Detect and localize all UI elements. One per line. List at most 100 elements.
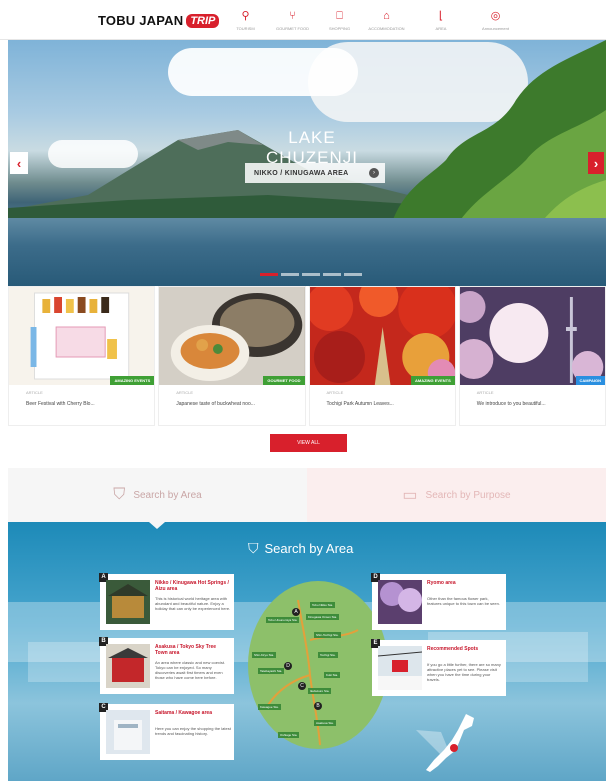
chevron-left-icon: ‹ [16, 155, 22, 171]
person-area-icon: ⛉ [248, 540, 259, 556]
carousel-dot[interactable] [281, 273, 299, 276]
hero-area-label: NIKKO / KINUGAWA AREA [254, 169, 349, 177]
area-card-b[interactable]: B Asakusa / Tokyo Sky Tree Town area An … [99, 637, 234, 694]
nav-label: Announcement [482, 25, 509, 31]
card-category: ARTICLE [176, 390, 194, 395]
area-heading-text: Search by Area [264, 541, 354, 556]
nav-item-tourism[interactable]: ⚲ TOURISM [222, 0, 269, 40]
station-label[interactable]: Shin-Tochigi Sta. [314, 632, 341, 638]
card-description: Japanese taste of buckwheat noo... [176, 401, 255, 407]
temple-gate-photo [106, 644, 150, 688]
area-description: If you go a little further, there are so… [427, 662, 501, 682]
japan-inset-map [416, 714, 474, 772]
tab-label: Search by Area [133, 489, 202, 501]
autumn-leaves-illustration [309, 287, 455, 385]
station-label[interactable]: Ikebukuro Sta. [308, 688, 332, 694]
nav-item-gourmet-food[interactable]: ⑂ GOURMET FOOD [269, 0, 316, 40]
card-badge: GOURMET FOOD [263, 376, 305, 385]
card-category: ARTICLE [476, 390, 494, 395]
nav-item-area[interactable]: ⌊ AREA [410, 0, 472, 40]
card-image-sakura: CAMPAIGN [459, 287, 605, 385]
station-label[interactable]: Asakusa Sta. [314, 720, 336, 726]
station-label[interactable]: Tobu Nikko Sta. [310, 602, 336, 608]
tab-label: Search by Purpose [425, 489, 511, 501]
station-label[interactable]: Kinugawa Onsen Sta. [306, 614, 340, 620]
sakura-skytree-illustration [459, 287, 605, 385]
carousel-next-button[interactable]: › [588, 152, 604, 174]
tab-search-by-area[interactable]: ⛉ Search by Area [8, 468, 307, 522]
map-pin-d[interactable]: D [284, 662, 292, 670]
hero-area-button[interactable]: NIKKO / KINUGAWA AREA › [245, 163, 385, 183]
area-card-c[interactable]: C Saitama / Kawagoe area Here you can en… [99, 703, 234, 760]
area-title: Nikko / Kinugawa Hot Springs / Aizu area [155, 580, 229, 592]
carousel-dot[interactable] [323, 273, 341, 276]
building-photo [106, 710, 150, 754]
map-pin-a[interactable]: A [292, 608, 300, 616]
carousel-dot[interactable] [344, 273, 362, 276]
hotel-icon: ⌂ [383, 9, 390, 22]
station-label[interactable]: Oshiage Sta. [278, 732, 300, 738]
nav-label: ACCOMMODATION [368, 25, 405, 31]
card-image-beer-festival: AMAZING EVENTS [9, 287, 155, 385]
shopping-bag-icon: ⎕ [336, 9, 343, 22]
area-card-a[interactable]: A Nikko / Kinugawa Hot Springs / Aizu ar… [99, 573, 234, 630]
area-title: Recommended Spots [427, 646, 479, 652]
article-card[interactable]: AMAZING EVENTS ARTICLE Beer Festival wit… [8, 286, 156, 426]
carousel-dot[interactable] [260, 273, 278, 276]
carousel-indicators [260, 273, 362, 276]
card-description: Tochigi Park Autumn Leaves... [326, 401, 394, 407]
card-image-autumn-leaves: AMAZING EVENTS [309, 287, 455, 385]
search-by-area-section: ⛉ Search by Area Tobu Nikko Sta. Kinugaw… [8, 522, 606, 781]
carousel-dot[interactable] [302, 273, 320, 276]
area-title: Asakusa / Tokyo Sky Tree Town area [155, 644, 217, 656]
area-description: Other than the famous flower park, featu… [427, 596, 500, 606]
area-icon: ⌊ [438, 9, 444, 22]
nav-label: TOURISM [236, 25, 255, 31]
nav-label: AREA [435, 25, 447, 31]
station-label[interactable]: Kawagoe Sta. [258, 704, 281, 710]
article-card[interactable]: CAMPAIGN ARTICLE We introduce to you bea… [458, 286, 606, 426]
area-title: Ryomo area [427, 580, 456, 586]
area-heading: ⛉ Search by Area [248, 540, 353, 557]
map-pin-icon: ⚲ [241, 9, 250, 22]
ropeway-photo [378, 646, 422, 690]
chevron-right-icon: › [593, 155, 599, 171]
section-notch [149, 522, 165, 529]
card-badge: AMAZING EVENTS [410, 376, 455, 385]
area-card-e[interactable]: E Recommended Spots If you go a little f… [371, 639, 506, 696]
area-description: Here you can enjoy the shopping the late… [155, 726, 231, 736]
article-card[interactable]: AMAZING EVENTS ARTICLE Tochigi Park Autu… [308, 286, 456, 426]
main-nav: ⚲ TOURISM ⑂ GOURMET FOOD ⎕ SHOPPING ⌂ AC… [222, 0, 519, 40]
announcement-icon: ◎ [490, 9, 501, 22]
nav-item-accommodation[interactable]: ⌂ ACCOMMODATION [363, 0, 410, 40]
area-card-d[interactable]: D Ryomo area Other than the famous flowe… [371, 573, 506, 630]
card-description: We introduce to you beautiful... [476, 401, 546, 407]
person-area-icon: ⛉ [113, 486, 126, 503]
card-description: Beer Festival with Cherry Blo... [26, 401, 95, 407]
card-image-soba: GOURMET FOOD [159, 287, 305, 385]
station-label[interactable]: Tochigi Sta. [318, 652, 338, 658]
station-label[interactable]: Tatebayashi Sta. [258, 668, 285, 674]
station-label[interactable]: Tobu Utsunomiya Sta. [266, 617, 300, 623]
arrow-right-circle-icon: › [369, 168, 379, 178]
shrine-photo [106, 580, 150, 624]
area-title: Saitama / Kawagoe area [155, 710, 212, 716]
view-all-button[interactable]: VIEW ALL [270, 434, 347, 452]
article-cards: AMAZING EVENTS ARTICLE Beer Festival wit… [8, 286, 606, 426]
station-label[interactable]: Shin-Kiryu Sta. [252, 652, 277, 658]
nav-item-announcement[interactable]: ◎ Announcement [472, 0, 519, 40]
carousel-prev-button[interactable]: ‹ [10, 152, 28, 174]
article-card[interactable]: GOURMET FOOD ARTICLE Japanese taste of b… [158, 286, 306, 426]
map-pin-c[interactable]: C [298, 682, 306, 690]
logo-badge: TRIP [186, 13, 220, 28]
nav-item-shopping[interactable]: ⎕ SHOPPING [316, 0, 363, 40]
search-tabs: ⛉ Search by Area ▭ Search by Purpose [8, 468, 606, 522]
hero-title: LAKE CHUZENJI [265, 128, 359, 167]
map-pin-b[interactable]: B [314, 702, 322, 710]
site-logo[interactable]: TOBU JAPAN TRIP [98, 13, 220, 28]
soba-dish-illustration [159, 287, 305, 385]
site-header: TOBU JAPAN TRIP ⚲ TOURISM ⑂ GOURMET FOOD… [0, 0, 606, 40]
station-label[interactable]: Kuki Sta. [324, 672, 341, 678]
tab-search-by-purpose[interactable]: ▭ Search by Purpose [307, 468, 606, 522]
logo-text: TOBU JAPAN [98, 13, 184, 28]
